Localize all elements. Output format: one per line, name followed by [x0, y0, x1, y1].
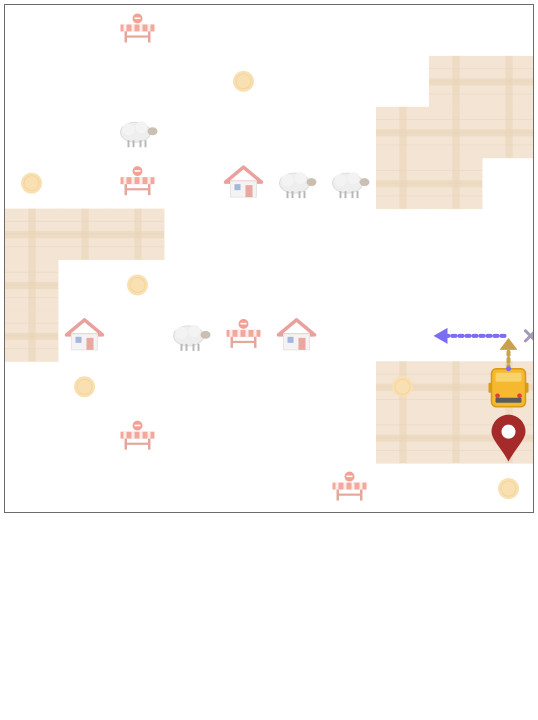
roadblock-icon [120, 420, 155, 450]
road-tile [111, 208, 165, 260]
sheep-icon [173, 324, 211, 351]
coin-icon [498, 478, 519, 500]
sheep-icon [279, 172, 317, 199]
road-tile [429, 106, 483, 159]
road-tile [429, 55, 483, 108]
road-tile [58, 208, 112, 260]
coin-icon [127, 274, 148, 296]
coin-icon [392, 376, 413, 398]
sheep-icon [332, 172, 370, 199]
road-tile [5, 259, 59, 311]
roadblock-icon [332, 471, 367, 501]
road-tile [376, 106, 430, 159]
road-tile [429, 412, 483, 464]
road-tile [482, 55, 533, 108]
board-canvas [5, 13, 533, 501]
sheep-icon [120, 121, 158, 148]
house-icon [223, 165, 264, 198]
roadblock-icon [226, 318, 261, 348]
x-mark-icon [524, 329, 533, 343]
school-bus-icon[interactable] [488, 366, 529, 408]
coin-icon [74, 376, 95, 398]
left-move-arrow-icon[interactable] [433, 327, 507, 344]
coin-icon [233, 70, 254, 92]
road-tile [376, 412, 430, 464]
roadblock-icon [120, 166, 155, 196]
road-tile [376, 157, 430, 210]
roadblock-icon [120, 13, 155, 43]
house-icon [64, 318, 105, 351]
road-tile [429, 361, 483, 413]
road-tile [429, 157, 483, 210]
coin-icon [21, 172, 42, 194]
road-tile [5, 208, 59, 260]
house-icon [276, 318, 317, 351]
road-tile [5, 310, 59, 362]
road-tile [482, 106, 533, 159]
road-layer [5, 55, 533, 464]
game-board [4, 4, 534, 513]
